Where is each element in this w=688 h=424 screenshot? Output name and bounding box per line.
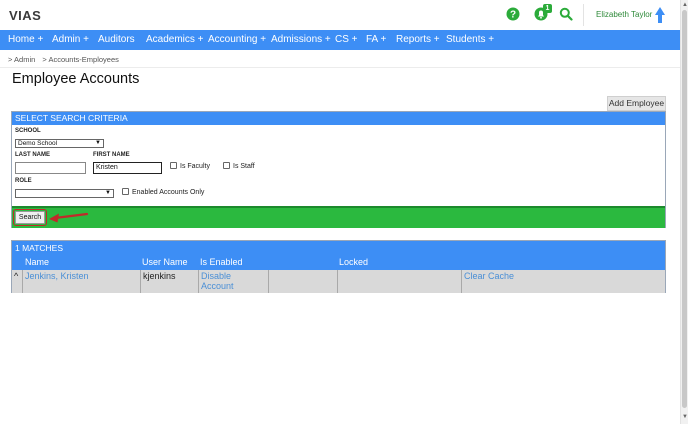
scroll-thumb[interactable] [682,10,687,408]
nav-academics[interactable]: Academics + [146,34,204,45]
empty-cell [269,270,338,293]
nav-accounting[interactable]: Accounting + [208,34,266,45]
is-staff-label: Is Staff [233,163,255,170]
topbar-divider [583,4,584,26]
results-header: 1 MATCHES Name User Name Is Enabled Lock… [12,241,665,270]
first-name-label: FIRST NAME [93,152,130,158]
user-menu-icon[interactable] [654,6,666,24]
enabled-only-label: Enabled Accounts Only [132,189,205,196]
breadcrumb: > Admin > Accounts-Employees [8,55,124,64]
column-header-name[interactable]: Name [25,257,49,267]
nav-home[interactable]: Home + [8,34,43,45]
page-title: Employee Accounts [12,71,140,87]
search-button[interactable]: Search [15,211,45,224]
results-panel: 1 MATCHES Name User Name Is Enabled Lock… [11,240,666,293]
row-expand-marker[interactable]: ^ [12,270,23,293]
is-faculty-checkbox[interactable] [170,162,177,169]
role-select[interactable]: ▼ [15,189,114,198]
nav-auditors[interactable]: Auditors [98,34,135,45]
app-logo[interactable]: VIAS [9,8,41,23]
column-header-is-enabled[interactable]: Is Enabled [200,257,243,267]
main-nav: Home + Admin + Auditors Academics + Acco… [0,30,680,50]
page: VIAS ? 1 Elizabeth Taylor Home + Admin +… [0,0,688,424]
employee-name-link[interactable]: Jenkins, Kristen [23,270,141,293]
chevron-down-icon: ▼ [105,190,111,196]
column-header-user-name[interactable]: User Name [142,257,188,267]
top-bar: VIAS ? 1 Elizabeth Taylor [0,0,680,30]
search-criteria-heading: SELECT SEARCH CRITERIA [12,112,665,125]
svg-text:?: ? [510,10,516,21]
locked-cell [338,270,462,293]
nav-admin[interactable]: Admin + [52,34,89,45]
clear-cache-link[interactable]: Clear Cache [462,270,666,293]
school-label: SCHOOL [15,128,41,134]
breadcrumb-admin[interactable]: > Admin [8,55,35,64]
scroll-down-icon[interactable]: ▼ [682,414,688,420]
is-staff-checkbox[interactable] [223,162,230,169]
school-select[interactable]: Demo School ▼ [15,139,104,148]
user-name[interactable]: Elizabeth Taylor [596,10,652,19]
last-name-label: LAST NAME [15,152,50,158]
user-name-cell: kjenkins [141,270,199,293]
nav-admissions[interactable]: Admissions + [271,34,331,45]
scroll-up-icon[interactable]: ▲ [682,2,688,8]
search-icon[interactable] [559,7,573,21]
add-employee-button[interactable]: Add Employee [607,96,666,111]
school-select-value: Demo School [18,140,58,147]
search-action-bar: Search [12,206,665,228]
is-faculty-label: Is Faculty [180,163,210,170]
nav-students[interactable]: Students + [446,34,494,45]
chevron-down-icon: ▼ [95,140,101,146]
nav-cs[interactable]: CS + [335,34,358,45]
disable-account-link[interactable]: Disable Account [199,270,269,293]
role-label: ROLE [15,178,32,184]
nav-reports[interactable]: Reports + [396,34,440,45]
nav-fa[interactable]: FA + [366,34,386,45]
search-criteria-panel: SELECT SEARCH CRITERIA SCHOOL Demo Schoo… [11,111,666,228]
vertical-scrollbar[interactable]: ▲ ▼ [680,0,688,424]
annotation-arrow-icon [49,212,89,223]
column-header-locked[interactable]: Locked [339,257,368,267]
results-count: 1 MATCHES [15,243,64,253]
help-icon[interactable]: ? [506,7,520,21]
first-name-input[interactable]: Kristen [93,162,162,174]
notification-badge: 1 [543,4,552,13]
table-row: ^ Jenkins, Kristen kjenkins Disable Acco… [12,270,665,293]
last-name-input[interactable] [15,162,86,174]
breadcrumb-accounts-employees[interactable]: > Accounts-Employees [42,55,119,64]
enabled-only-checkbox[interactable] [122,188,129,195]
breadcrumb-divider [0,67,680,68]
